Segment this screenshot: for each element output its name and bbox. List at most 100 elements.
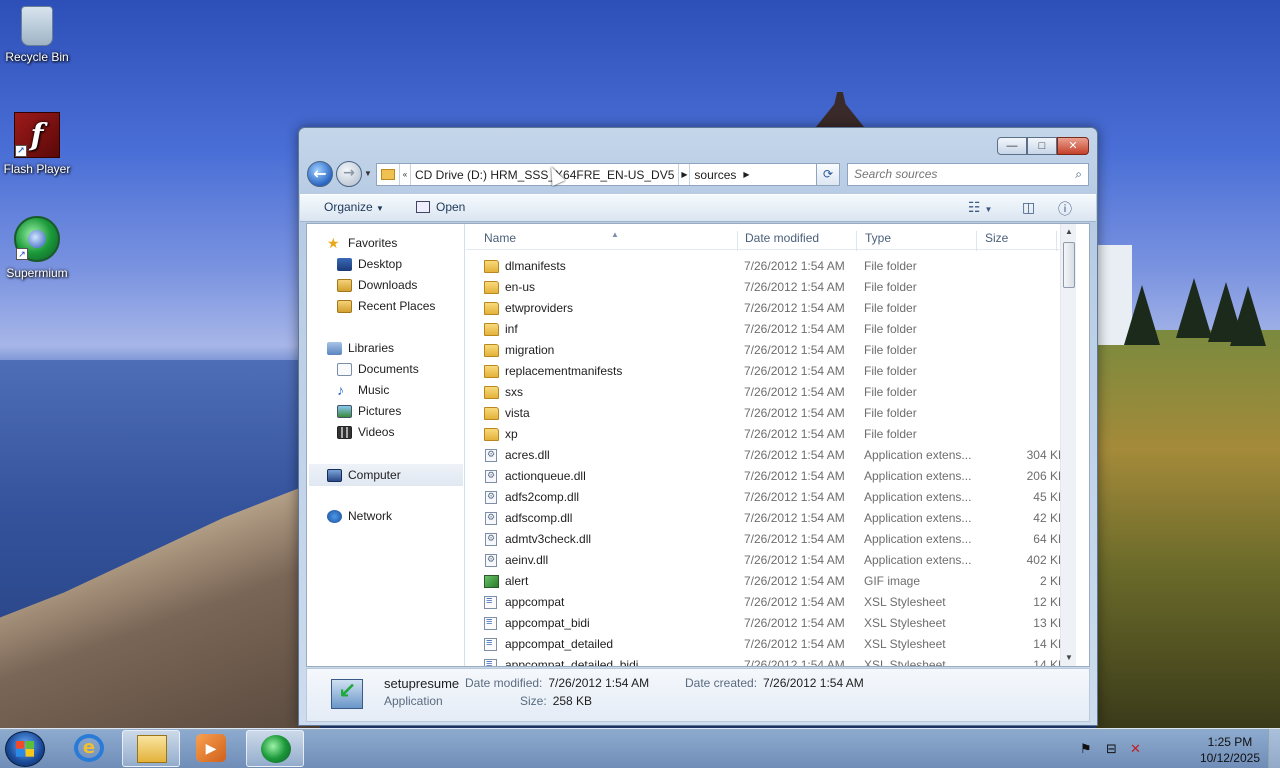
nav-recent-places[interactable]: Recent Places bbox=[337, 299, 435, 313]
clock[interactable]: 1:25 PM 10/12/2025 bbox=[1200, 734, 1260, 766]
file-row[interactable]: en-us 7/26/2012 1:54 AM File folder bbox=[476, 277, 1066, 298]
view-options-button[interactable]: ☷ ▼ bbox=[968, 199, 992, 216]
file-type: File folder bbox=[864, 280, 917, 294]
scroll-down-button[interactable]: ▼ bbox=[1061, 650, 1076, 666]
nav-label: Downloads bbox=[358, 278, 418, 292]
file-row[interactable]: migration 7/26/2012 1:54 AM File folder bbox=[476, 340, 1066, 361]
open-button[interactable]: Open bbox=[416, 200, 465, 214]
explorer-window: — □ ✕ ← → ▼ « CD Drive (D:) HRM_SSS_X64F… bbox=[298, 127, 1098, 726]
file-row[interactable]: xp 7/26/2012 1:54 AM File folder bbox=[476, 424, 1066, 445]
column-header-date-modified[interactable]: Date modified bbox=[737, 231, 857, 251]
file-name: vista bbox=[505, 406, 530, 420]
command-bar: Organize ▼ Open ☷ ▼ ◫ ⓘ bbox=[300, 194, 1096, 222]
breadcrumb-sources[interactable]: sources bbox=[690, 168, 740, 182]
taskbar-media-player[interactable]: ▶ bbox=[182, 730, 240, 767]
desktop-icon-flash-player[interactable]: f ↗ Flash Player bbox=[0, 112, 74, 176]
search-box[interactable]: ⌕ bbox=[847, 163, 1089, 186]
recent-pages-dropdown[interactable]: ▼ bbox=[364, 169, 372, 178]
maximize-button[interactable]: □ bbox=[1027, 137, 1057, 155]
file-row[interactable]: appcompat_detailed 7/26/2012 1:54 AM XSL S… bbox=[476, 634, 1066, 655]
nav-desktop[interactable]: Desktop bbox=[337, 257, 402, 271]
details-pane: setupresume Application Date modified: 7/… bbox=[306, 668, 1090, 722]
action-center-flag-icon[interactable]: ⚑ bbox=[1080, 741, 1092, 757]
column-header-name[interactable]: ▲ Name bbox=[476, 230, 738, 251]
taskbar-windows-explorer[interactable] bbox=[122, 730, 180, 767]
nav-label: Documents bbox=[358, 362, 419, 376]
supermium-icon: ↗ bbox=[14, 216, 60, 262]
file-type: File folder bbox=[864, 301, 917, 315]
column-label: Name bbox=[484, 231, 517, 245]
file-date-modified: 7/26/2012 1:54 AM bbox=[744, 343, 845, 357]
documents-icon bbox=[337, 362, 352, 376]
file-name: appcompat_detailed_bidi bbox=[505, 658, 639, 666]
file-row[interactable]: admtv3check.dll 7/26/2012 1:54 AM Applicat… bbox=[476, 529, 1066, 550]
nav-documents[interactable]: Documents bbox=[337, 362, 419, 376]
taskbar-internet-explorer[interactable]: e bbox=[60, 730, 118, 767]
column-header-type[interactable]: Type bbox=[857, 231, 977, 251]
nav-computer[interactable]: Computer bbox=[309, 464, 463, 486]
file-row[interactable]: appcompat_detailed_bidi 7/26/2012 1:54 AM… bbox=[476, 655, 1066, 666]
start-button[interactable] bbox=[5, 731, 45, 767]
nav-network[interactable]: Network bbox=[327, 509, 392, 523]
nav-label: Computer bbox=[348, 468, 401, 482]
search-icon[interactable]: ⌕ bbox=[1075, 167, 1082, 182]
file-row[interactable]: adfscomp.dll 7/26/2012 1:54 AM Application… bbox=[476, 508, 1066, 529]
close-button[interactable]: ✕ bbox=[1057, 137, 1089, 155]
nav-music[interactable]: ♪ Music bbox=[337, 383, 389, 398]
details-size: Size: 258 KB bbox=[520, 694, 592, 708]
nav-favorites[interactable]: ★ Favorites bbox=[327, 236, 397, 251]
file-type: File folder bbox=[864, 427, 917, 441]
folder-icon bbox=[484, 386, 499, 399]
nav-videos[interactable]: Videos bbox=[337, 425, 394, 439]
file-row[interactable]: sxs 7/26/2012 1:54 AM File folder bbox=[476, 382, 1066, 403]
file-row[interactable]: vista 7/26/2012 1:54 AM File folder bbox=[476, 403, 1066, 424]
address-bar[interactable]: « CD Drive (D:) HRM_SSS_X64FRE_EN-US_DV5… bbox=[376, 163, 840, 186]
network-status-icon[interactable]: ⊟ bbox=[1106, 741, 1117, 757]
forward-button[interactable]: → bbox=[336, 161, 362, 187]
file-type: Application extens... bbox=[864, 553, 972, 567]
file-row[interactable]: adfs2comp.dll 7/26/2012 1:54 AM Applicatio… bbox=[476, 487, 1066, 508]
help-icon[interactable]: ⓘ bbox=[1058, 199, 1072, 219]
nav-downloads[interactable]: Downloads bbox=[337, 278, 417, 292]
column-header-size[interactable]: Size bbox=[977, 231, 1057, 251]
organize-button[interactable]: Organize ▼ bbox=[324, 200, 384, 214]
address-overflow-button[interactable]: « bbox=[399, 164, 411, 185]
file-row[interactable]: alert 7/26/2012 1:54 AM GIF image 2 KB bbox=[476, 571, 1066, 592]
file-row[interactable]: aeinv.dll 7/26/2012 1:54 AM Application ex… bbox=[476, 550, 1066, 571]
refresh-button[interactable]: ⟳ bbox=[816, 163, 840, 186]
breadcrumb-chevron-icon[interactable]: ▶ bbox=[678, 164, 691, 185]
vertical-scrollbar[interactable]: ▲ ▼ bbox=[1060, 224, 1076, 666]
file-row[interactable]: actionqueue.dll 7/26/2012 1:54 AM Applicat… bbox=[476, 466, 1066, 487]
nav-libraries[interactable]: Libraries bbox=[327, 341, 394, 355]
desktop-icon-recycle-bin[interactable]: Recycle Bin bbox=[0, 6, 74, 64]
volume-muted-icon[interactable]: ✕ bbox=[1130, 741, 1141, 757]
file-name: admtv3check.dll bbox=[505, 532, 592, 546]
folder-icon bbox=[484, 428, 499, 441]
taskbar-supermium[interactable] bbox=[246, 730, 304, 767]
minimize-button[interactable]: — bbox=[997, 137, 1027, 155]
file-row[interactable]: appcompat 7/26/2012 1:54 AM XSL Stylesheet… bbox=[476, 592, 1066, 613]
back-button[interactable]: ← bbox=[307, 161, 333, 187]
file-row[interactable]: acres.dll 7/26/2012 1:54 AM Application ex… bbox=[476, 445, 1066, 466]
file-type: Application extens... bbox=[864, 448, 972, 462]
desktop-icon-supermium[interactable]: ↗ Supermium bbox=[0, 216, 74, 280]
file-row[interactable]: replacementmanifests 7/26/2012 1:54 AM Fil… bbox=[476, 361, 1066, 382]
file-row[interactable]: etwproviders 7/26/2012 1:54 AM File folder bbox=[476, 298, 1066, 319]
breadcrumb-chevron-icon[interactable]: ▶ bbox=[740, 164, 752, 185]
file-date-modified: 7/26/2012 1:54 AM bbox=[744, 469, 845, 483]
file-row[interactable]: appcompat_bidi 7/26/2012 1:54 AM XSL Style… bbox=[476, 613, 1066, 634]
scroll-up-button[interactable]: ▲ bbox=[1061, 224, 1076, 240]
scroll-thumb[interactable] bbox=[1063, 242, 1075, 288]
search-input[interactable] bbox=[848, 164, 1058, 184]
file-row[interactable]: dlmanifests 7/26/2012 1:54 AM File folder bbox=[476, 256, 1066, 277]
file-name: sxs bbox=[505, 385, 523, 399]
details-label: Date created: bbox=[685, 676, 758, 690]
file-size: 64 KB bbox=[1033, 532, 1066, 546]
file-row[interactable]: inf 7/26/2012 1:54 AM File folder bbox=[476, 319, 1066, 340]
preview-pane-button[interactable]: ◫ bbox=[1022, 199, 1035, 216]
nav-pictures[interactable]: Pictures bbox=[337, 404, 401, 418]
file-date-modified: 7/26/2012 1:54 AM bbox=[744, 280, 845, 294]
file-size: 12 KB bbox=[1033, 595, 1066, 609]
show-desktop-button[interactable] bbox=[1268, 729, 1280, 768]
file-size: 2 KB bbox=[1039, 574, 1066, 588]
